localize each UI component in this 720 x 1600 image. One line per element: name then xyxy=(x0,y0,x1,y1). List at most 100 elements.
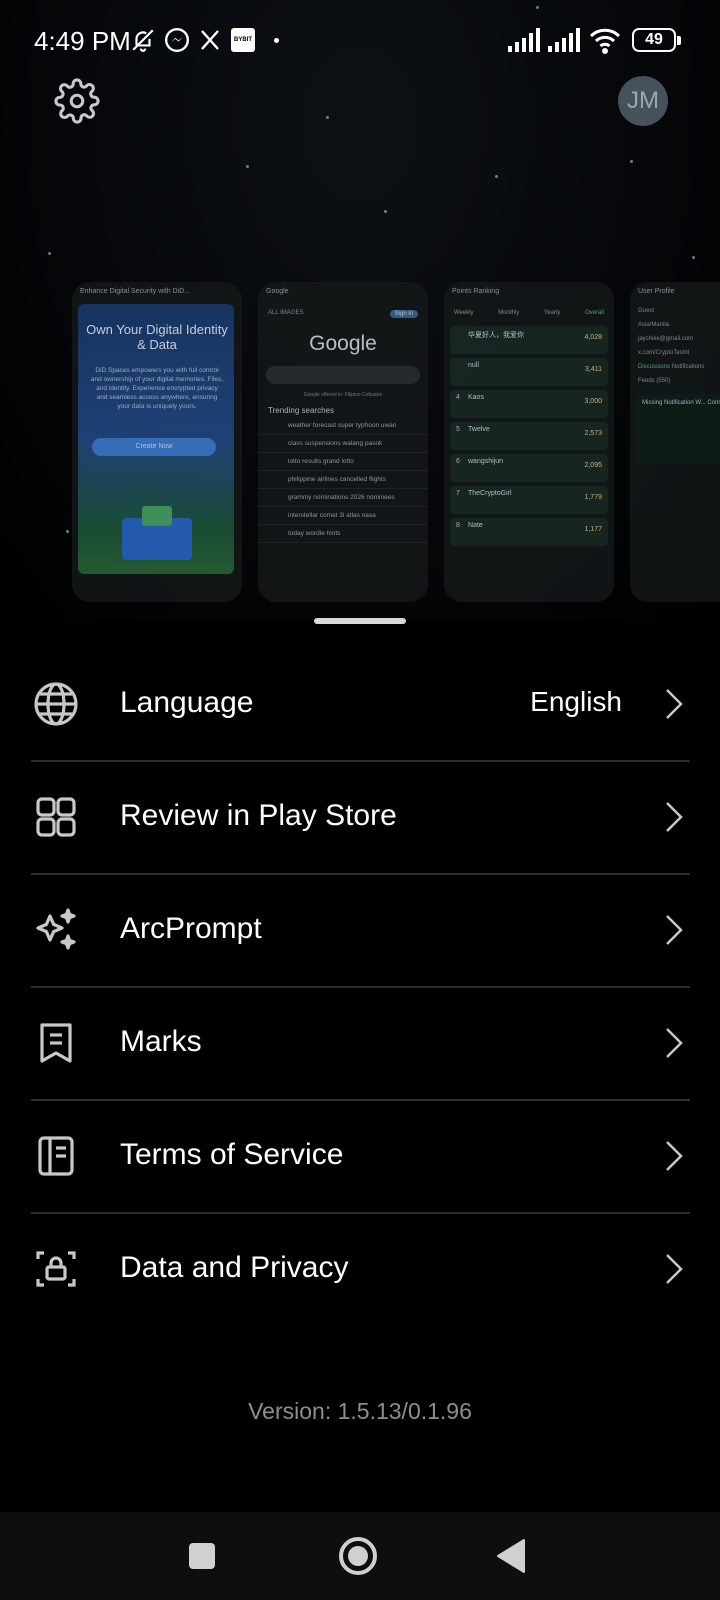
menu-item-label: Terms of Service xyxy=(120,1138,344,1171)
star xyxy=(246,165,249,168)
menu-item-label: Marks xyxy=(120,1025,202,1058)
card-header: Points Ranking xyxy=(452,288,500,295)
gear-icon[interactable] xyxy=(54,78,100,124)
card-logo: Google xyxy=(309,332,377,355)
list-item: today wordle hints xyxy=(258,525,428,543)
rank-name: wangshijun xyxy=(468,458,504,465)
card-header: User Profile xyxy=(638,288,675,295)
x-icon xyxy=(201,30,219,50)
rank-points: 2,573 xyxy=(584,430,602,437)
bookmark-icon xyxy=(40,1023,72,1063)
menu-item-value: English xyxy=(530,686,622,717)
rank-name: null xyxy=(468,362,479,369)
rank-name: TheCryptoGirl xyxy=(468,490,512,497)
card-tab: Yearly xyxy=(543,310,561,316)
rank-points: 1,177 xyxy=(584,526,602,533)
table-row: 5 Twelve 2,573 xyxy=(450,422,608,450)
rank-points: 3,411 xyxy=(585,366,602,373)
rank-points: 4,028 xyxy=(584,334,602,341)
card-button: Create Now xyxy=(92,438,216,456)
menu-item-review-play-store[interactable]: Review in Play Store xyxy=(0,761,720,873)
menu-item-data-privacy[interactable]: Data and Privacy xyxy=(0,1213,720,1325)
carousel-card[interactable]: Points Ranking Weekly Monthly Yearly Ove… xyxy=(444,282,614,602)
globe-icon xyxy=(34,682,78,726)
star xyxy=(495,175,498,178)
table-row: 华夏好人，我爱你 4,028 xyxy=(450,326,608,354)
menu-item-label: Language xyxy=(120,686,254,719)
rank-name: Kaos xyxy=(468,394,484,401)
bybit-icon: BYBIT xyxy=(231,28,255,52)
recents-button[interactable] xyxy=(184,1532,220,1580)
status-bar: 4:49 PM BYBIT 49 xyxy=(0,0,720,80)
menu-item-terms-of-service[interactable]: Terms of Service xyxy=(0,1100,720,1212)
table-row: 6 wangshijun 2,095 xyxy=(450,454,608,482)
apps-grid-icon xyxy=(36,797,76,837)
star xyxy=(326,116,329,119)
card-tab: Monthly xyxy=(498,310,520,316)
rank-points: 1,779 xyxy=(584,494,602,501)
avatar[interactable]: JM xyxy=(618,76,668,126)
book-icon xyxy=(38,1136,74,1176)
card-tabs: ALL IMAGES Sign in xyxy=(258,304,428,322)
list-item: class suspensions walang pasok xyxy=(258,435,428,453)
rank-points: 2,095 xyxy=(584,462,602,469)
menu-item-label: ArcPrompt xyxy=(120,912,262,945)
card-search xyxy=(266,366,420,384)
rank-name: 华夏好人，我爱你 xyxy=(468,332,524,339)
version-text: Version: 1.5.13/0.1.96 xyxy=(248,1398,472,1424)
chevron-right-icon xyxy=(666,915,683,945)
table-row: null 3,411 xyxy=(450,358,608,386)
menu-item-label: Review in Play Store xyxy=(120,799,397,832)
menu-item-marks[interactable]: Marks xyxy=(0,987,720,1099)
rank: 6 xyxy=(456,458,460,465)
list-item: philippine airlines cancelled flights xyxy=(258,471,428,489)
card-post: Missing Notification W... Connection Res… xyxy=(636,394,720,464)
card-title: Own Your Digital Identity & Data xyxy=(86,322,228,352)
card-tab-label: Notifications xyxy=(671,364,705,370)
card-illustration xyxy=(142,506,172,526)
rank-name: Nate xyxy=(468,522,483,529)
card-tab: Weekly xyxy=(454,310,474,316)
list-item: interstellar comet 3i atlas nasa xyxy=(258,507,428,525)
card-tabs: Weekly Monthly Yearly Overall xyxy=(444,304,614,322)
card-text: jaychiex@gmail.com xyxy=(638,336,694,342)
carousel-card[interactable]: Google ALL IMAGES Sign in Google Google … xyxy=(258,282,428,602)
chevron-right-icon xyxy=(666,1028,683,1058)
card-text: Asia/Manila xyxy=(638,322,670,328)
card-tabs-text: ALL IMAGES xyxy=(268,310,304,316)
screenshot-carousel[interactable]: Enhance Digital Security with DiD... Own… xyxy=(0,282,720,604)
rank-points: 3,000 xyxy=(584,398,602,405)
card-sign-in: Sign in xyxy=(389,310,418,318)
drag-handle[interactable] xyxy=(314,618,406,624)
list-item: lotto results grand lotto xyxy=(258,453,428,471)
card-tab: Discussions Notifications xyxy=(630,360,720,374)
status-time: 4:49 PM xyxy=(34,26,131,56)
star xyxy=(692,256,695,259)
carousel-card[interactable]: Enhance Digital Security with DiD... Own… xyxy=(72,282,242,602)
dot-icon xyxy=(274,38,279,43)
card-body: DiD Spaces empowers you with full contro… xyxy=(90,367,224,410)
chevron-right-icon xyxy=(666,1141,683,1171)
navigation-bar xyxy=(0,1512,720,1600)
home-button[interactable] xyxy=(334,1532,382,1580)
rank-name: Twelve xyxy=(468,426,490,433)
menu-item-arcprompt[interactable]: ArcPrompt xyxy=(0,874,720,986)
chevron-right-icon xyxy=(666,1254,683,1284)
list-item: grammy nominations 2026 nominees xyxy=(258,489,428,507)
carousel-card[interactable]: User Profile Guest Asia/Manila jaychiex@… xyxy=(630,282,720,602)
card-text: Feeds (550) xyxy=(638,378,671,384)
battery-indicator: 49 xyxy=(632,28,681,52)
signal-icon-2 xyxy=(548,28,580,52)
messenger-icon xyxy=(164,27,190,53)
back-button[interactable] xyxy=(494,1532,530,1580)
card-header: Enhance Digital Security with DiD... xyxy=(80,288,191,295)
menu-item-language[interactable]: Language English xyxy=(0,648,720,760)
rank: 5 xyxy=(456,426,460,433)
privacy-lock-icon xyxy=(36,1251,76,1287)
star xyxy=(48,252,51,255)
star xyxy=(630,160,633,163)
wifi-icon xyxy=(589,28,621,54)
card-trending-title: Trending searches xyxy=(268,406,334,415)
card-tab-label: Discussions xyxy=(638,364,671,370)
table-row: 8 Nate 1,177 xyxy=(450,518,608,546)
